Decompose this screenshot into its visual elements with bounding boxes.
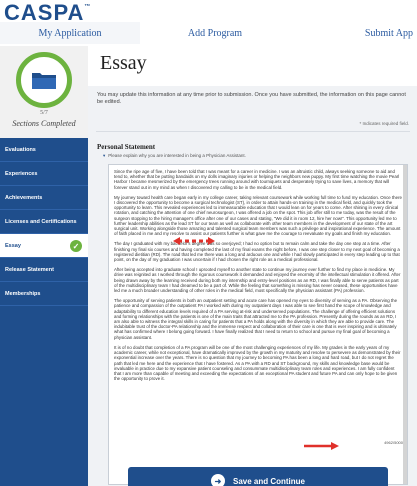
page-title: Essay [100, 52, 147, 74]
sidebar-item-label: Memberships [5, 290, 41, 297]
top-nav: My Application Add Program Submit App [0, 22, 417, 44]
progress-ring [16, 52, 72, 108]
form-area: You may update this information at any t… [88, 86, 417, 486]
essay-paragraph: After being accepted into graduate schoo… [114, 267, 401, 294]
sections-completed-label: Sections Completed [12, 119, 76, 128]
sidebar-item-experiences[interactable]: Experiences [0, 162, 88, 186]
progress-count: 5/7 [40, 110, 48, 116]
sidebar-item-evaluations[interactable]: Evaluations [0, 138, 88, 162]
folder-icon [31, 70, 57, 90]
scrollbar-thumb[interactable] [403, 165, 407, 484]
essay-scrollbar[interactable] [403, 165, 407, 484]
character-count: 4962/5000 [384, 440, 403, 445]
sidebar-item-label: Licenses and Certifications [5, 218, 77, 225]
sidebar: 5/7 Sections Completed Evaluations Exper… [0, 46, 88, 486]
divider [96, 131, 410, 132]
intro-text: You may update this information at any t… [97, 92, 406, 105]
tab-submit-application[interactable]: Submit App [290, 22, 417, 44]
caret-icon: ▾ [103, 153, 106, 158]
sidebar-item-label: Achievements [5, 194, 43, 201]
essay-paragraph: It is of no doubt that completion of a P… [114, 344, 401, 382]
progress-panel: 5/7 Sections Completed [0, 46, 88, 138]
section-heading: Personal Statement [97, 143, 156, 151]
tab-add-program[interactable]: Add Program [140, 22, 290, 44]
sidebar-item-label: Experiences [5, 170, 38, 177]
required-note: * Indicates required field. [359, 121, 409, 126]
sidebar-item-licenses[interactable]: Licenses and Certifications [0, 210, 88, 234]
save-and-continue-button[interactable]: ➜ Save and Continue [128, 467, 388, 486]
check-icon: ✓ [70, 240, 82, 252]
app-header: CASPA™ My Application Add Program Submit… [0, 0, 417, 46]
logo-trademark: ™ [84, 4, 92, 10]
sidebar-item-release-statement[interactable]: Release Statement [0, 258, 88, 282]
title-band: Essay [88, 46, 417, 86]
sidebar-item-label: Essay [5, 242, 21, 249]
essay-paragraph: Since the ripe age of five, I have been … [114, 169, 400, 190]
save-label: Save and Continue [232, 476, 305, 486]
essay-textarea[interactable]: Since the ripe age of five, I have been … [108, 164, 408, 485]
question-label: Please explain why you are interested in… [108, 153, 246, 158]
red-arrow-annotation [172, 233, 216, 251]
sidebar-item-label: Evaluations [5, 146, 36, 153]
sidebar-item-memberships[interactable]: Memberships [0, 282, 88, 306]
essay-paragraph: My journey toward health care began earl… [114, 194, 402, 237]
red-arrow-annotation [304, 438, 340, 456]
tab-my-application[interactable]: My Application [0, 22, 140, 44]
essay-paragraph: The opportunity of serving patients in b… [114, 298, 398, 340]
question-text: ▾ Please explain why you are interested i… [103, 153, 246, 159]
essay-paragraph: The day I graduated with my bachelor's d… [114, 241, 400, 263]
arrow-right-icon: ➜ [210, 474, 225, 486]
sidebar-item-essay[interactable]: Essay ✓ [0, 234, 88, 258]
sidebar-item-achievements[interactable]: Achievements [0, 186, 88, 210]
sidebar-item-label: Release Statement [5, 266, 54, 273]
main-content: Essay You may update this information at… [88, 46, 417, 486]
